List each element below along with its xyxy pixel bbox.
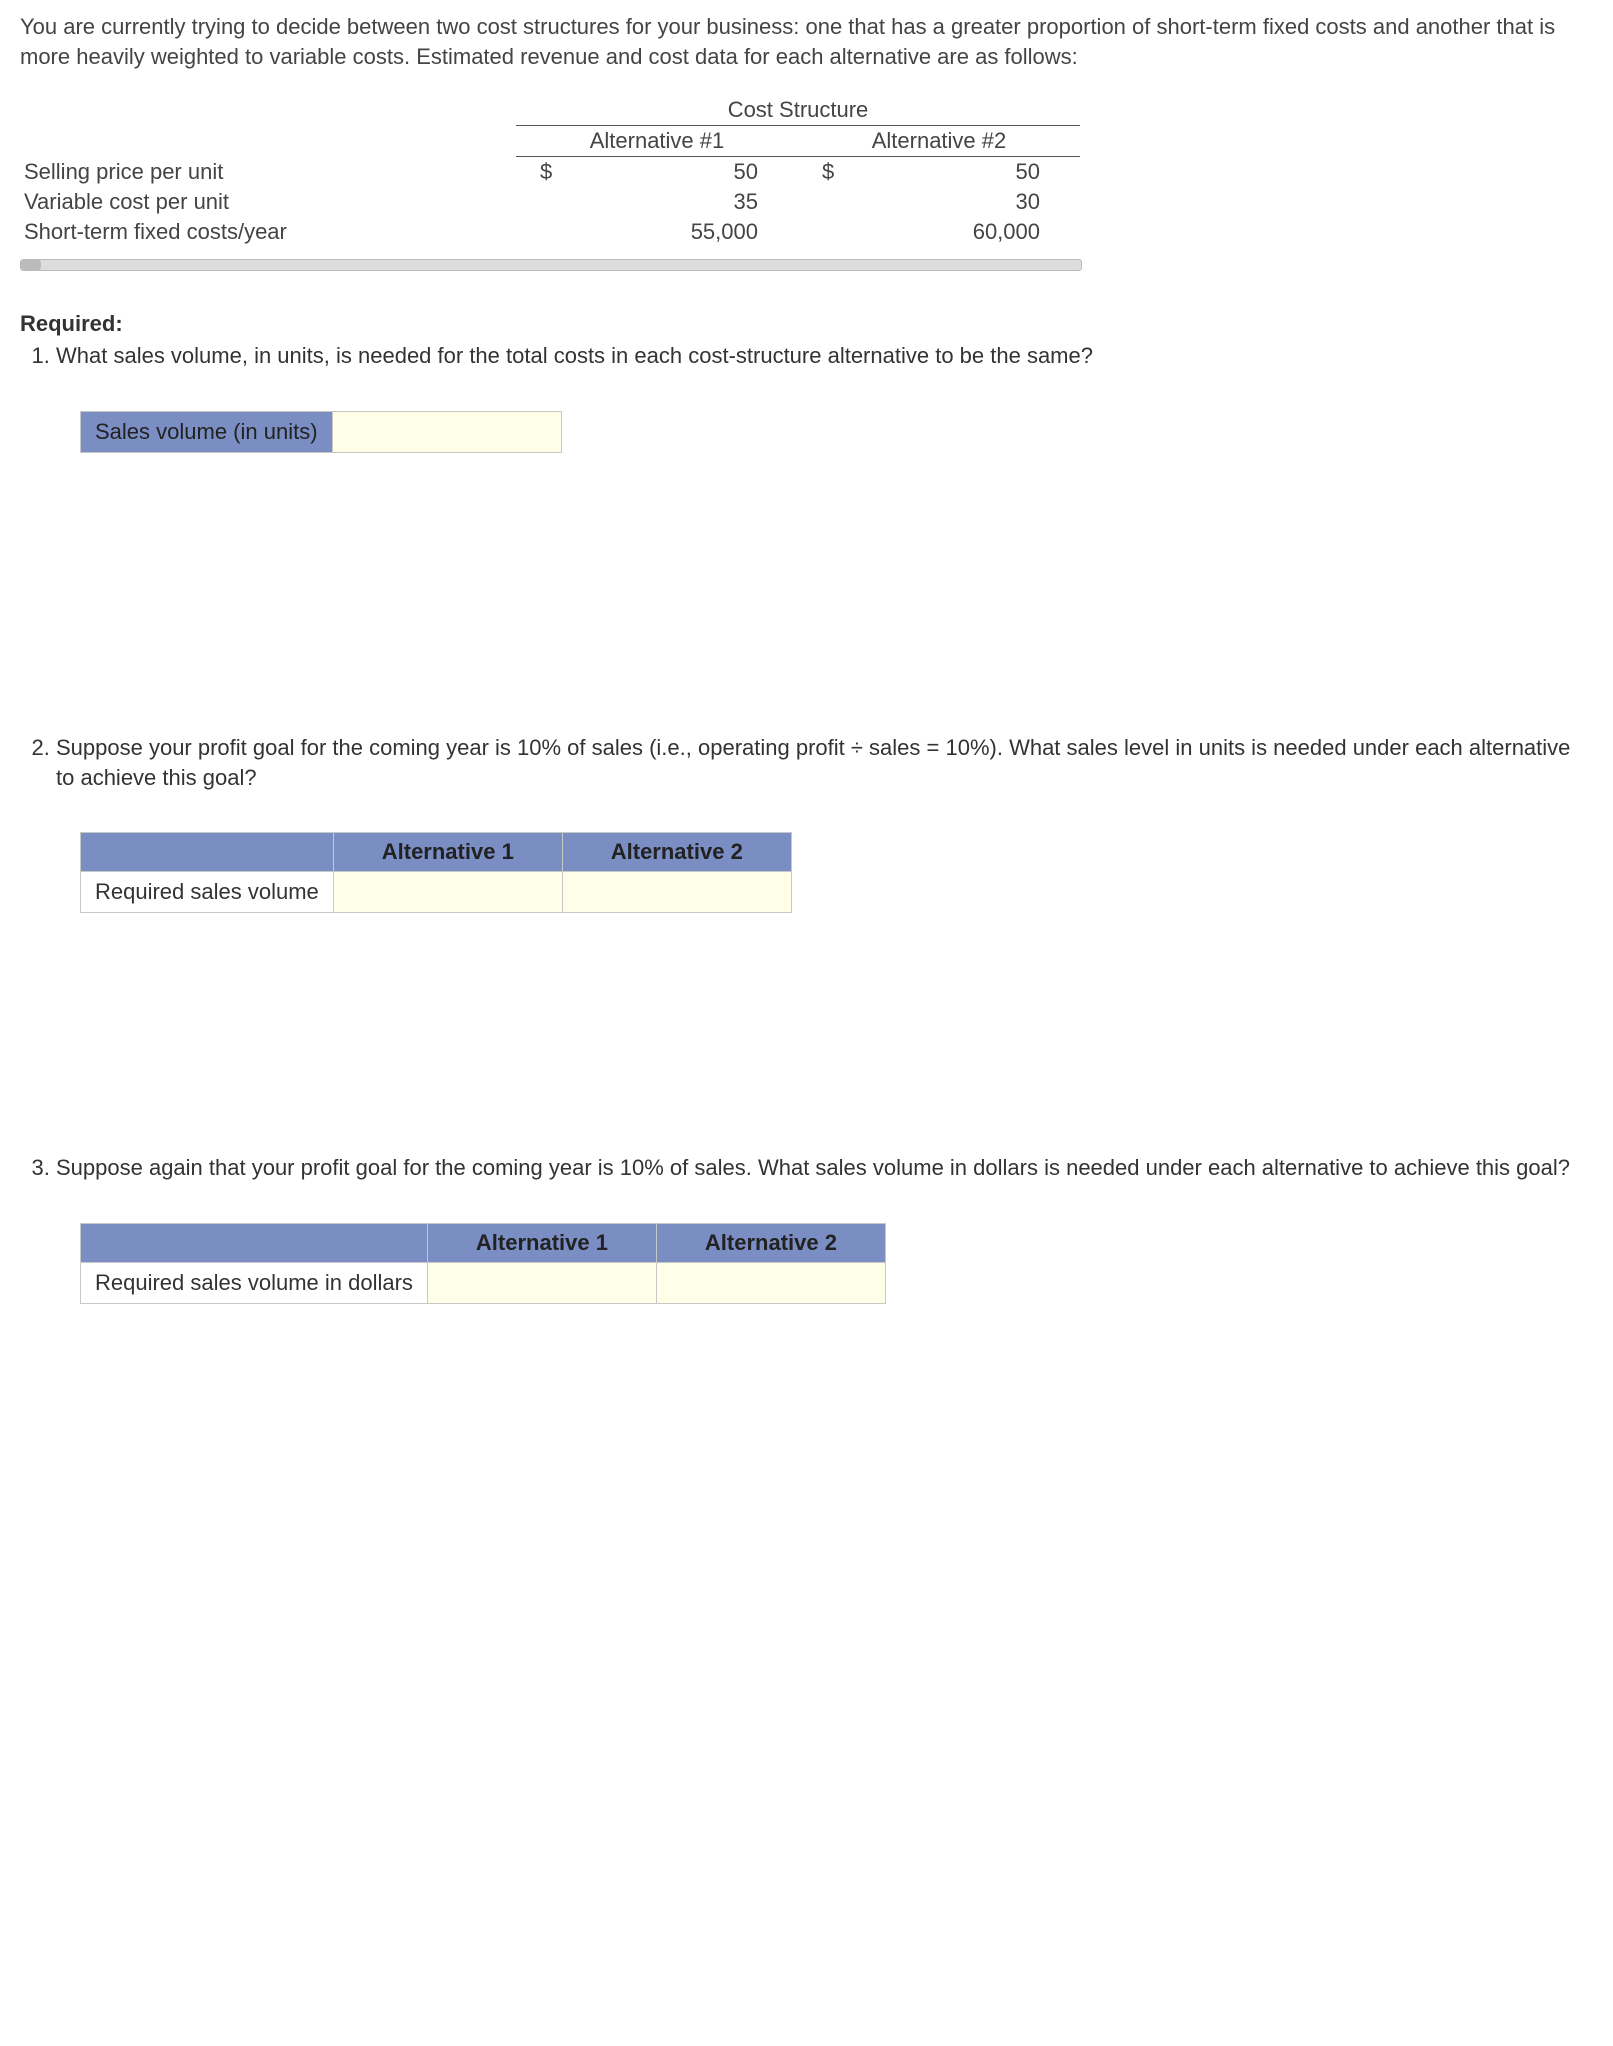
- col-header-2: Alternative #2: [798, 126, 1080, 157]
- col-header-1: Alternative #1: [516, 126, 798, 157]
- horizontal-scrollbar[interactable]: [20, 259, 1082, 271]
- cell-value: 60,000: [876, 217, 1080, 247]
- q3-col-header-1: Alternative 1: [427, 1224, 656, 1263]
- currency-symbol: [798, 217, 876, 247]
- currency-symbol: [516, 217, 594, 247]
- table-row: Variable cost per unit 35 30: [20, 187, 1080, 217]
- row-label: Selling price per unit: [20, 157, 516, 188]
- q1-input[interactable]: [332, 412, 561, 453]
- cost-structure-table: Cost Structure Alternative #1 Alternativ…: [20, 95, 1080, 247]
- q2-col-header-2: Alternative 2: [562, 833, 791, 872]
- q1-answer-table: Sales volume (in units): [80, 411, 562, 453]
- q3-input-alt1[interactable]: [427, 1263, 656, 1304]
- currency-symbol: $: [798, 157, 876, 188]
- q2-input-alt2[interactable]: [562, 872, 791, 913]
- cell-value: 50: [594, 157, 798, 188]
- question-2: Suppose your profit goal for the coming …: [56, 733, 1593, 792]
- q1-row-label: Sales volume (in units): [81, 412, 333, 453]
- q3-input-alt2[interactable]: [656, 1263, 885, 1304]
- currency-symbol: [798, 187, 876, 217]
- q2-row-label: Required sales volume: [81, 872, 334, 913]
- table-row: Short-term fixed costs/year 55,000 60,00…: [20, 217, 1080, 247]
- q2-input-alt1[interactable]: [333, 872, 562, 913]
- scrollbar-thumb[interactable]: [21, 260, 41, 270]
- cell-value: 35: [594, 187, 798, 217]
- q2-col-header-1: Alternative 1: [333, 833, 562, 872]
- cell-value: 50: [876, 157, 1080, 188]
- currency-symbol: [516, 187, 594, 217]
- question-1: What sales volume, in units, is needed f…: [56, 341, 1593, 371]
- q3-row-label: Required sales volume in dollars: [81, 1263, 428, 1304]
- row-label: Variable cost per unit: [20, 187, 516, 217]
- question-3: Suppose again that your profit goal for …: [56, 1153, 1593, 1183]
- q2-answer-table: Alternative 1 Alternative 2 Required sal…: [80, 832, 792, 913]
- currency-symbol: $: [516, 157, 594, 188]
- row-label: Short-term fixed costs/year: [20, 217, 516, 247]
- required-heading: Required:: [20, 311, 1593, 337]
- cell-value: 55,000: [594, 217, 798, 247]
- group-header: Cost Structure: [516, 95, 1080, 126]
- cell-value: 30: [876, 187, 1080, 217]
- q3-col-header-2: Alternative 2: [656, 1224, 885, 1263]
- intro-paragraph: You are currently trying to decide betwe…: [20, 12, 1593, 71]
- q3-answer-table: Alternative 1 Alternative 2 Required sal…: [80, 1223, 886, 1304]
- table-row: Selling price per unit $ 50 $ 50: [20, 157, 1080, 188]
